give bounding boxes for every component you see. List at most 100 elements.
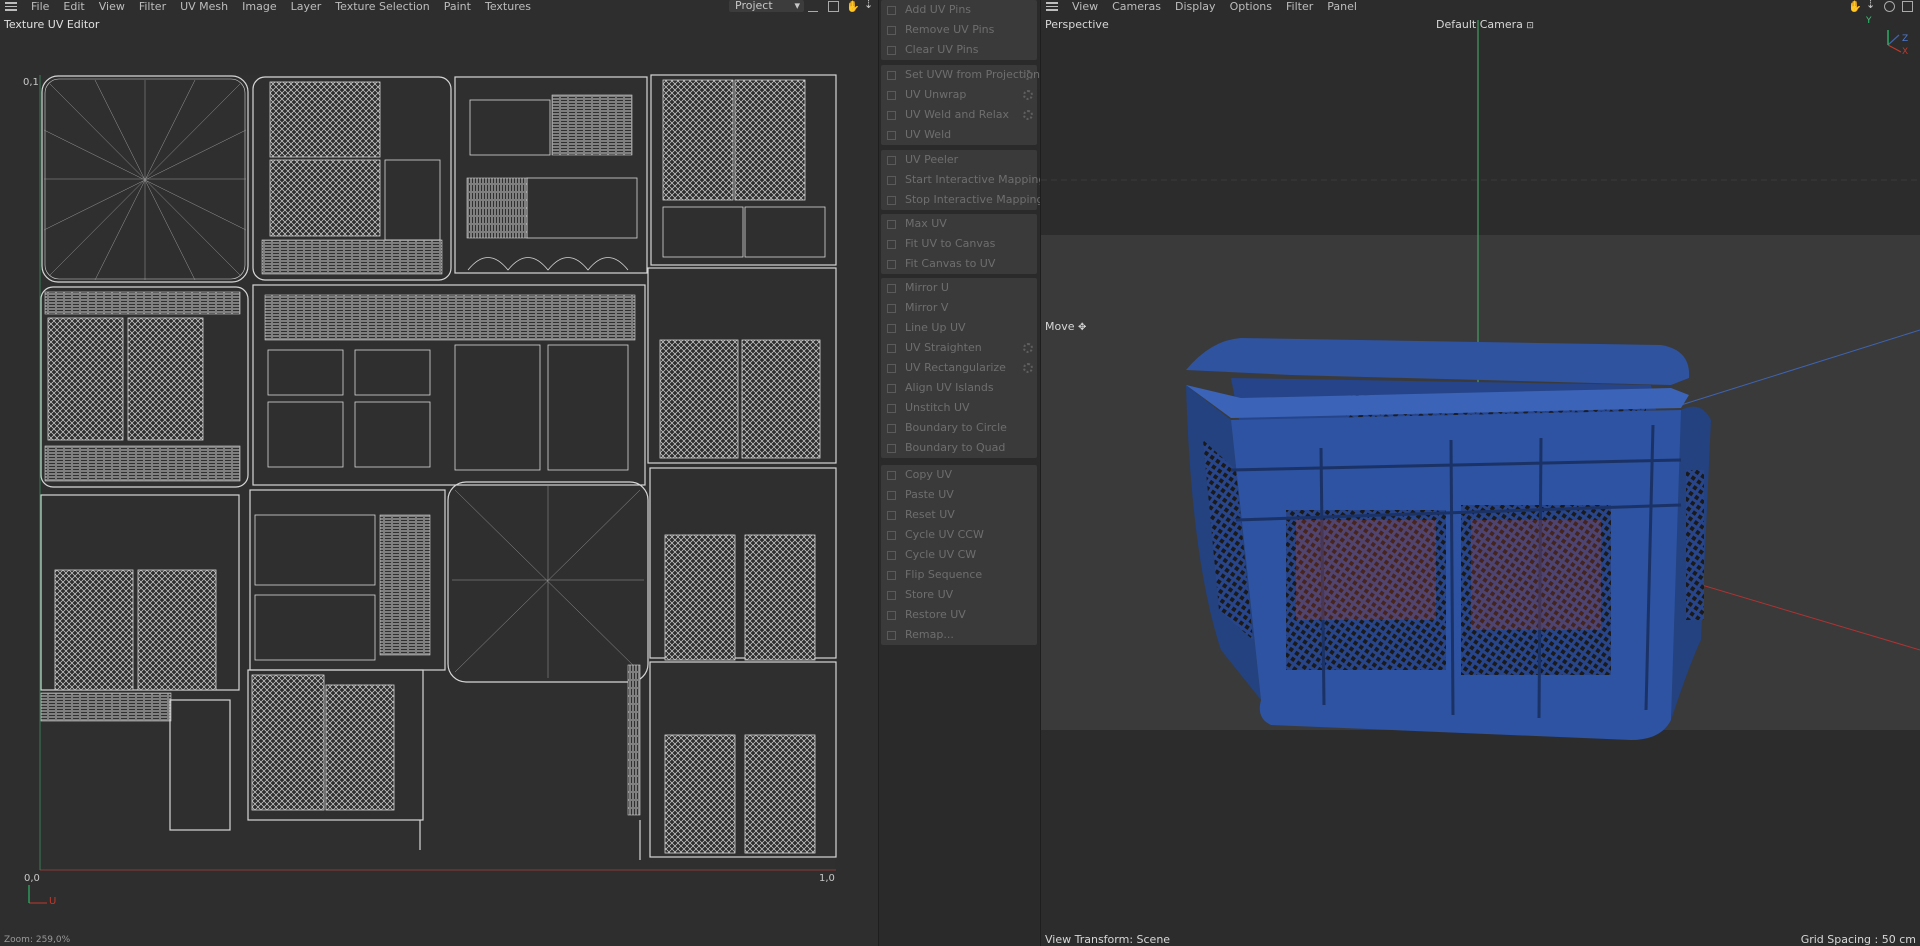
gear-icon[interactable] (1023, 343, 1033, 353)
quad-icon (887, 444, 896, 453)
menu-display[interactable]: Display (1175, 0, 1216, 13)
project-dropdown-value: Project (735, 0, 773, 12)
corner-label-bottom-left: 0,0 (24, 873, 40, 884)
store-uv-button[interactable]: Store UV (881, 585, 1037, 605)
uv-rectangularize-button[interactable]: UV Rectangularize (881, 358, 1037, 378)
panel-title: Texture UV Editor (4, 18, 100, 31)
chevron-down-icon: ▾ (794, 0, 800, 12)
gear-icon[interactable] (1023, 110, 1033, 120)
hamburger-menu-icon[interactable] (5, 1, 17, 11)
gear-icon[interactable] (1023, 70, 1033, 80)
x-axis-icon (1887, 44, 1902, 53)
copy-uv-button[interactable]: Copy UV (881, 465, 1037, 485)
menu-options[interactable]: Options (1230, 0, 1272, 13)
flip-sequence-button[interactable]: Flip Sequence (881, 565, 1037, 585)
start-interactive-mapping-button[interactable]: Start Interactive Mapping (881, 170, 1045, 190)
close-icon (887, 46, 896, 55)
grid-spacing-status: Grid Spacing : 50 cm (1800, 933, 1916, 946)
active-tool-label: Move (1045, 320, 1075, 333)
menu-view[interactable]: View (99, 0, 125, 13)
mirror-u-button[interactable]: Mirror U (881, 278, 1037, 298)
clear-uv-pins-button[interactable]: Clear UV Pins (881, 40, 1037, 60)
menu-layer[interactable]: Layer (291, 0, 322, 13)
remap-button[interactable]: Remap... (881, 625, 1037, 645)
uv-weld-button[interactable]: UV Weld (881, 125, 1037, 145)
straighten-icon (887, 344, 896, 353)
histogram-icon[interactable] (808, 1, 818, 12)
u-axis-label: U (49, 896, 57, 907)
menu-cameras[interactable]: Cameras (1112, 0, 1161, 13)
menu-panel[interactable]: Panel (1327, 0, 1357, 13)
line-up-uv-button[interactable]: Line Up UV (881, 318, 1037, 338)
menu-file[interactable]: File (31, 0, 49, 13)
download-arrow-icon[interactable]: ⇣ (864, 0, 873, 11)
reset-uv-button[interactable]: Reset UV (881, 505, 1037, 525)
move-down-icon[interactable]: ⇣ (1866, 0, 1875, 11)
panel-divider[interactable] (878, 0, 879, 946)
uv-commands-panel: Add UV Pins Remove UV Pins Clear UV Pins… (879, 0, 1045, 946)
fit-icon (887, 240, 896, 249)
unstitch-icon (887, 404, 896, 413)
fit-uv-to-canvas-button[interactable]: Fit UV to Canvas (881, 234, 1037, 254)
paste-uv-button[interactable]: Paste UV (881, 485, 1037, 505)
menu-filter[interactable]: Filter (1286, 0, 1313, 13)
menu-edit[interactable]: Edit (63, 0, 84, 13)
menu-filter[interactable]: Filter (139, 0, 166, 13)
frame-icon[interactable] (828, 1, 839, 12)
peeler-icon (887, 156, 896, 165)
unstitch-uv-button[interactable]: Unstitch UV (881, 398, 1037, 418)
stop-interactive-mapping-button[interactable]: Stop Interactive Mapping (881, 190, 1043, 210)
menu-view[interactable]: View (1072, 0, 1098, 13)
corner-label-bottom-right: 1,0 (819, 873, 835, 884)
menu-textures[interactable]: Textures (485, 0, 531, 13)
crate-model (1186, 338, 1711, 740)
active-tool: Move ✥ (1045, 320, 1086, 333)
remove-uv-pins-button[interactable]: Remove UV Pins (881, 20, 1037, 40)
uv-unwrap-button[interactable]: UV Unwrap (881, 85, 1037, 105)
panel-divider[interactable] (1040, 0, 1041, 946)
camera-label[interactable]: Default Camera ⊡ (1436, 18, 1534, 31)
menu-paint[interactable]: Paint (444, 0, 471, 13)
mirror-v-button[interactable]: Mirror V (881, 298, 1037, 318)
gear-icon[interactable] (1023, 363, 1033, 373)
uv-straighten-button[interactable]: UV Straighten (881, 338, 1037, 358)
flip-icon (887, 571, 896, 580)
play-icon (887, 176, 896, 185)
boundary-to-quad-button[interactable]: Boundary to Quad (881, 438, 1037, 458)
restore-uv-button[interactable]: Restore UV (881, 605, 1037, 625)
maximize-view-icon[interactable] (1902, 1, 1913, 12)
menu-uv-mesh[interactable]: UV Mesh (180, 0, 228, 13)
add-uv-pins-button[interactable]: Add UV Pins (881, 0, 1037, 20)
orbit-icon[interactable] (1884, 1, 1895, 12)
hand-icon[interactable]: ✋ (846, 0, 860, 13)
mirror-u-icon (887, 284, 896, 293)
circle-icon (887, 424, 896, 433)
project-dropdown[interactable]: Project ▾ (729, 0, 804, 12)
unwrap-icon (887, 91, 896, 100)
boundary-to-circle-button[interactable]: Boundary to Circle (881, 418, 1037, 438)
max-uv-button[interactable]: Max UV (881, 214, 1037, 234)
restore-icon (887, 611, 896, 620)
line-up-icon (887, 324, 896, 333)
perspective-viewport[interactable]: View Cameras Display Options Filter Pane… (1041, 0, 1920, 946)
set-uvw-from-projection-button[interactable]: Set UVW from Projection (881, 65, 1040, 85)
viewport-scene[interactable] (1041, 0, 1920, 946)
hamburger-menu-icon[interactable] (1046, 1, 1058, 11)
menu-image[interactable]: Image (242, 0, 276, 13)
cycle-uv-cw-button[interactable]: Cycle UV CW (881, 545, 1037, 565)
cycle-uv-ccw-button[interactable]: Cycle UV CCW (881, 525, 1037, 545)
menu-texture-selection[interactable]: Texture Selection (335, 0, 429, 13)
uv-unwrap-group: Set UVW from Projection UV Unwrap UV Wel… (881, 65, 1040, 145)
gear-icon[interactable] (1023, 90, 1033, 100)
store-icon (887, 591, 896, 600)
fit-canvas-to-uv-button[interactable]: Fit Canvas to UV (881, 254, 1037, 274)
copy-icon (887, 471, 896, 480)
hand-icon[interactable]: ✋ (1848, 0, 1862, 13)
uv-canvas[interactable] (0, 0, 878, 946)
uv-weld-and-relax-button[interactable]: UV Weld and Relax (881, 105, 1037, 125)
uv-peeler-button[interactable]: UV Peeler (881, 150, 1037, 170)
pin-remove-icon (887, 26, 896, 35)
rotate-cw-icon (887, 551, 896, 560)
align-uv-islands-button[interactable]: Align UV Islands (881, 378, 1037, 398)
move-tool-icon: ✥ (1078, 322, 1087, 333)
